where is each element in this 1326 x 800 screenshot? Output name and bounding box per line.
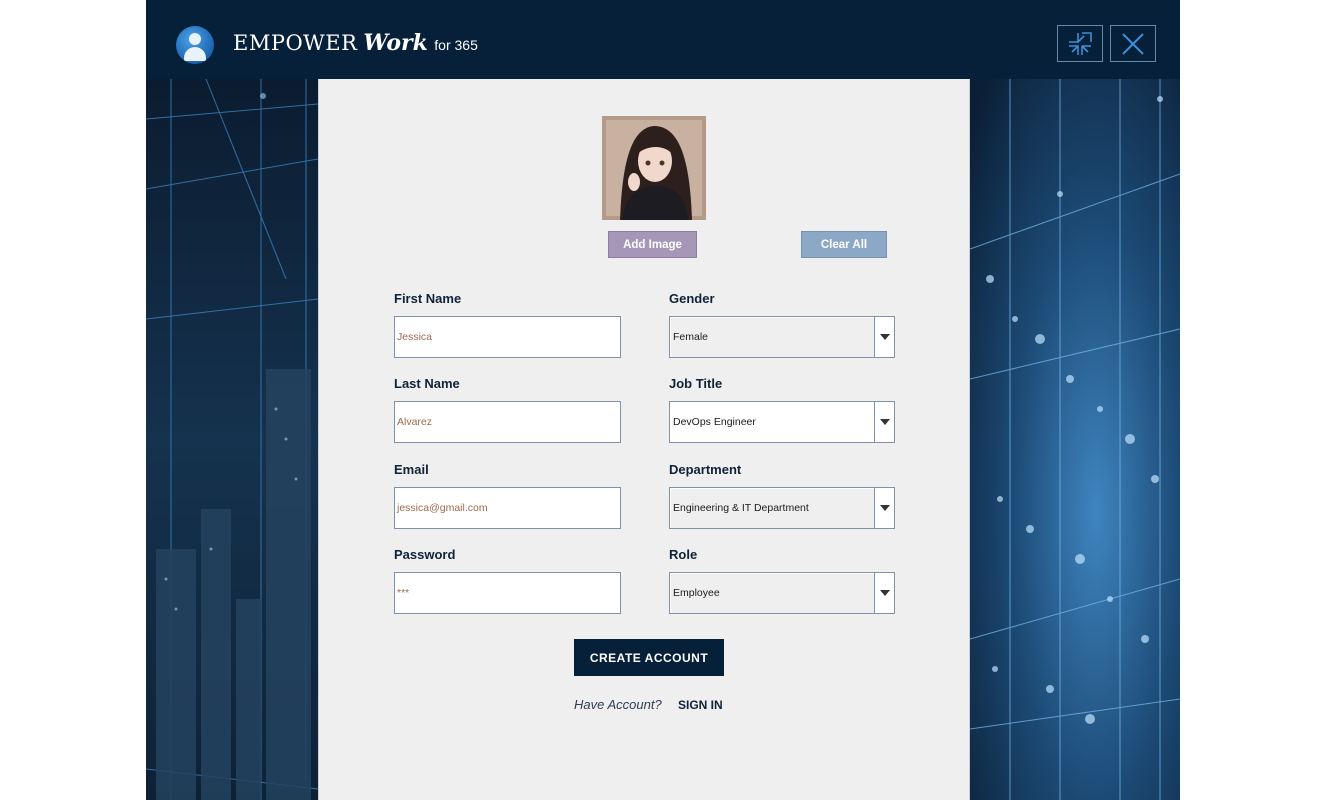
clear-all-button[interactable]: Clear All (801, 231, 887, 258)
last-name-field[interactable]: Alvarez (394, 401, 621, 443)
chevron-down-icon (879, 419, 890, 425)
chevron-down-icon (879, 590, 890, 596)
password-label: Password (394, 547, 456, 562)
chevron-down-icon (879, 334, 890, 340)
background-city-left (146, 79, 318, 800)
profile-portrait-image (602, 116, 706, 220)
have-account-text: Have Account? (574, 697, 662, 712)
dropdown-button[interactable] (874, 488, 894, 528)
department-select[interactable]: Engineering & IT Department (669, 487, 895, 529)
app-window: EMPOWER Work for 365 Add Image Clear All… (146, 0, 1180, 800)
profile-image (602, 116, 706, 220)
gender-select[interactable]: Female (669, 316, 895, 358)
collapse-arrows-icon (1069, 31, 1092, 55)
job-title-label: Job Title (669, 376, 723, 391)
dropdown-button[interactable] (874, 317, 894, 357)
gender-select-value: Female (673, 331, 709, 343)
user-avatar-logo-icon (176, 26, 214, 64)
create-account-button[interactable]: CREATE ACCOUNT (574, 639, 724, 676)
title-bar: EMPOWER Work for 365 (146, 0, 1180, 79)
password-field[interactable]: *** (394, 572, 621, 614)
background-city-right (970, 79, 1180, 800)
add-image-button[interactable]: Add Image (608, 231, 697, 258)
create-account-panel: Add Image Clear All First Name Jessica L… (318, 79, 970, 800)
minimize-button[interactable] (1057, 25, 1103, 62)
chevron-down-icon (879, 505, 890, 511)
close-button[interactable] (1110, 25, 1156, 62)
gender-label: Gender (669, 291, 715, 306)
role-select-value: Employee (673, 587, 720, 599)
job-title-select-value: DevOps Engineer (673, 416, 756, 428)
department-label: Department (669, 462, 742, 477)
role-select[interactable]: Employee (669, 572, 895, 614)
dropdown-button[interactable] (874, 402, 894, 442)
brand-main-text: EMPOWER (233, 31, 358, 55)
first-name-label: First Name (394, 291, 462, 306)
brand-work-text: Work (363, 30, 428, 56)
email-label: Email (394, 462, 429, 477)
last-name-label: Last Name (394, 376, 460, 391)
department-select-value: Engineering & IT Department (673, 502, 809, 514)
job-title-select[interactable]: DevOps Engineer (669, 401, 895, 443)
role-label: Role (669, 547, 698, 562)
app-brand: EMPOWER Work for 365 (233, 32, 478, 54)
first-name-field[interactable]: Jessica (394, 316, 621, 358)
sign-in-link[interactable]: SIGN IN (678, 698, 723, 712)
brand-suffix-text: for 365 (434, 37, 478, 53)
close-icon (1122, 32, 1144, 55)
email-field[interactable]: jessica@gmail.com (394, 487, 621, 529)
dropdown-button[interactable] (874, 573, 894, 613)
